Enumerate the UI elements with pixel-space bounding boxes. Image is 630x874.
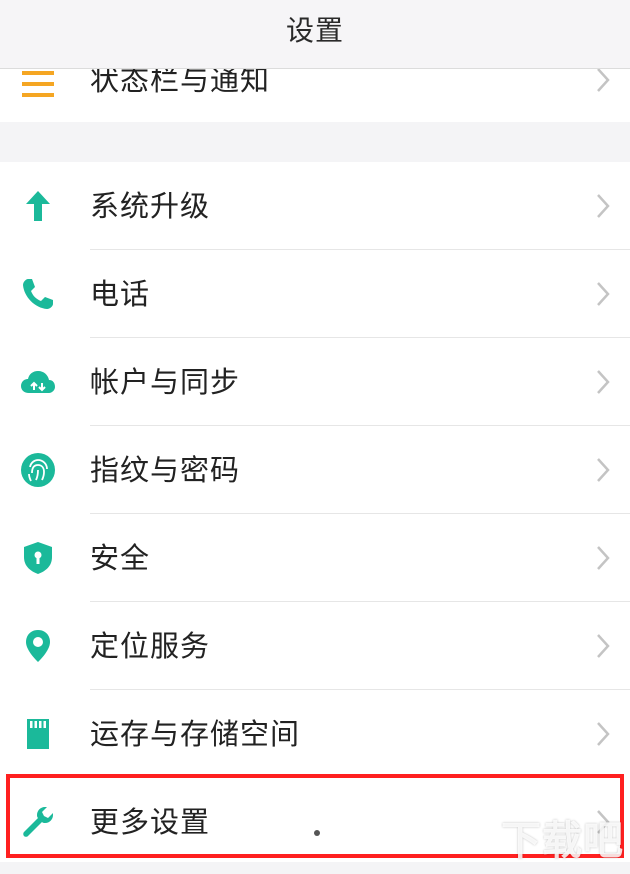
arrow-up-icon: [18, 186, 58, 226]
menu-lines-icon: [18, 64, 58, 104]
chevron-right-icon: [596, 457, 610, 483]
sd-card-icon: [18, 714, 58, 754]
touch-dot: [314, 830, 320, 836]
settings-item-system-update[interactable]: 系统升级: [0, 162, 630, 250]
chevron-right-icon: [596, 721, 610, 747]
shield-icon: [18, 538, 58, 578]
settings-item-label: 帐户与同步: [90, 365, 241, 399]
settings-item-memory-storage[interactable]: 运存与存储空间: [0, 690, 630, 778]
chevron-right-icon: [596, 369, 610, 395]
location-pin-icon: [18, 626, 58, 666]
settings-item-label: 电话: [90, 277, 151, 311]
settings-item-label: 指纹与密码: [90, 453, 241, 487]
page-title: 设置: [285, 14, 344, 47]
settings-item-accounts-sync[interactable]: 帐户与同步: [0, 338, 630, 426]
chevron-right-icon: [596, 67, 610, 93]
chevron-right-icon: [596, 633, 610, 659]
app-header: 设置: [0, 0, 630, 69]
settings-item-location[interactable]: 定位服务: [0, 602, 630, 690]
cloud-sync-icon: [18, 362, 58, 402]
settings-item-phone[interactable]: 电话: [0, 250, 630, 338]
fingerprint-icon: [18, 450, 58, 490]
settings-item-security[interactable]: 安全: [0, 514, 630, 602]
settings-item-label: 安全: [90, 541, 151, 575]
settings-group-main: 系统升级 电话 帐户与同步 指纹与密码 安全 定位服务 运存与存储空间 更多设置: [0, 162, 630, 862]
settings-item-fingerprint-password[interactable]: 指纹与密码: [0, 426, 630, 514]
settings-item-label: 系统升级: [90, 189, 211, 223]
watermark-logo: 下载吧: [501, 818, 624, 864]
phone-icon: [18, 274, 58, 314]
chevron-right-icon: [596, 545, 610, 571]
settings-item-label: 定位服务: [90, 629, 211, 663]
chevron-right-icon: [596, 281, 610, 307]
settings-item-label: 运存与存储空间: [90, 717, 301, 751]
chevron-right-icon: [596, 193, 610, 219]
